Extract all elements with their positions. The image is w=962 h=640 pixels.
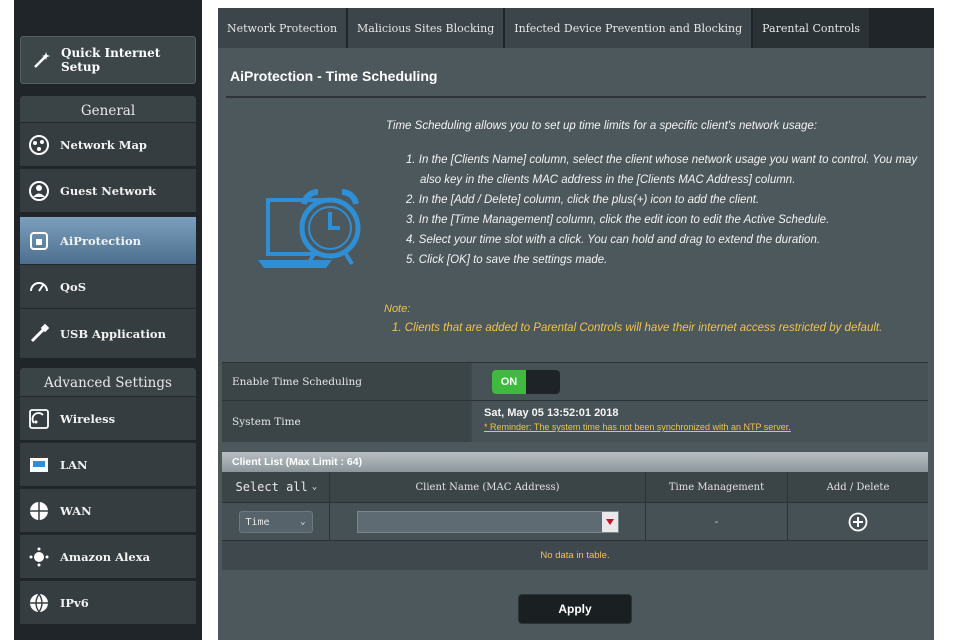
client-list-columns: Select all ⌄ Client Name (MAC Address) T…: [222, 472, 928, 502]
wan-icon: [28, 500, 50, 522]
tab-malicious-sites-blocking[interactable]: Malicious Sites Blocking: [348, 8, 506, 48]
chevron-down-icon: ⌄: [311, 482, 318, 492]
sidebar-item-label: Wireless: [60, 411, 116, 426]
page-title: AiProtection - Time Scheduling: [230, 68, 438, 84]
column-client-name: Client Name (MAC Address): [330, 472, 646, 502]
usb-icon: [28, 323, 50, 345]
quick-internet-setup-button[interactable]: Quick Internet Setup: [20, 36, 196, 84]
client-input-row: Time ⌄ -: [222, 502, 928, 541]
sidebar-item-label: LAN: [60, 457, 88, 472]
step-item: 3. In the [Time Management] column, clic…: [406, 214, 830, 226]
chevron-down-icon: ⌄: [300, 517, 306, 527]
column-time-management: Time Management: [646, 472, 788, 502]
main-panel: AiProtection - Time Scheduling Time Sche…: [218, 48, 934, 640]
sidebar-item-aiprotection[interactable]: AiProtection: [20, 216, 196, 264]
system-time-value: Sat, May 05 13:52:01 2018: [484, 407, 619, 419]
time-dropdown-value: Time: [245, 516, 270, 528]
sidebar-item-wireless[interactable]: Wireless: [20, 396, 196, 440]
system-time-row: System Time Sat, May 05 13:52:01 2018 * …: [222, 400, 928, 442]
sidebar-item-qos[interactable]: QoS: [20, 264, 196, 308]
enable-time-scheduling-row: Enable Time Scheduling ON: [222, 362, 928, 400]
advanced-section-title: Advanced Settings: [20, 368, 196, 398]
lan-icon: [28, 454, 50, 476]
sidebar-item-label: WAN: [60, 503, 92, 518]
aiprotection-icon: [28, 230, 50, 252]
client-list-dropdown-button[interactable]: [601, 512, 618, 532]
enable-time-scheduling-label: Enable Time Scheduling: [222, 363, 470, 400]
note-text: 1. Clients that are added to Parental Co…: [392, 322, 883, 334]
system-time-label: System Time: [222, 401, 470, 442]
alexa-icon: [28, 546, 50, 568]
general-title: General: [80, 103, 136, 119]
network-map-icon: [28, 134, 50, 156]
sidebar-item-ipv6[interactable]: IPv6: [20, 580, 196, 624]
time-dropdown[interactable]: Time ⌄: [238, 511, 313, 533]
tab-bar-filler: [870, 8, 934, 48]
step-item: 5. Click [OK] to save the settings made.: [406, 254, 608, 266]
sidebar-item-lan[interactable]: LAN: [20, 442, 196, 486]
sidebar-item-wan[interactable]: WAN: [20, 488, 196, 532]
caret-down-icon: [605, 519, 614, 525]
sidebar-item-label: Amazon Alexa: [60, 549, 151, 564]
sidebar-item-label: AiProtection: [60, 233, 142, 248]
step-item: 1. In the [Clients Name] column, select …: [406, 154, 918, 186]
sidebar: Quick Internet Setup General Network Map…: [14, 0, 202, 640]
tab-infected-device-prevention[interactable]: Infected Device Prevention and Blocking: [505, 8, 754, 48]
sidebar-item-amazon-alexa[interactable]: Amazon Alexa: [20, 534, 196, 578]
step-item: 2. In the [Add / Delete] column, click t…: [406, 194, 760, 206]
add-circle-icon[interactable]: [848, 512, 868, 532]
column-add-delete: Add / Delete: [826, 481, 890, 493]
client-list-header: Client List (Max Limit : 64): [222, 452, 928, 472]
sidebar-item-label: IPv6: [60, 595, 89, 610]
sidebar-item-usb-application[interactable]: USB Application: [20, 308, 196, 358]
enable-time-scheduling-value: ON: [472, 363, 928, 400]
sidebar-item-network-map[interactable]: Network Map: [20, 122, 196, 166]
sidebar-item-guest-network[interactable]: Guest Network: [20, 168, 196, 212]
advanced-title: Advanced Settings: [44, 375, 172, 391]
tab-bar: Network Protection Malicious Sites Block…: [218, 8, 872, 48]
toggle-on-label: ON: [492, 370, 526, 394]
step-item: 4. Select your time slot with a click. Y…: [406, 234, 821, 246]
instruction-steps: 1. In the [Clients Name] column, select …: [406, 150, 926, 270]
sidebar-item-label: QoS: [60, 279, 86, 294]
ipv6-icon: [28, 592, 50, 614]
alarm-clock-laptop-icon: [258, 188, 370, 283]
wireless-icon: [28, 408, 50, 430]
quick-internet-setup-label: Quick Internet Setup: [61, 46, 161, 74]
guest-network-icon: [28, 180, 50, 202]
ntp-reminder-link[interactable]: * Reminder: The system time has not been…: [484, 422, 791, 432]
select-all-label: Select all: [235, 480, 308, 494]
empty-table-message: No data in table.: [222, 540, 928, 570]
qos-icon: [28, 276, 50, 298]
tab-parental-controls[interactable]: Parental Controls: [753, 8, 872, 48]
apply-button[interactable]: Apply: [518, 594, 632, 624]
wand-icon: [31, 49, 53, 71]
intro-text: Time Scheduling allows you to set up tim…: [386, 120, 817, 132]
sidebar-item-label: USB Application: [60, 326, 166, 341]
system-time-value-cell: Sat, May 05 13:52:01 2018 * Reminder: Th…: [472, 401, 928, 442]
note-title: Note:: [384, 303, 411, 315]
title-divider: [226, 96, 926, 98]
select-all-cell: Select all ⌄: [222, 472, 330, 502]
add-cell: [788, 503, 928, 541]
client-name-input[interactable]: [356, 511, 619, 533]
time-cell: Time ⌄: [222, 503, 330, 541]
sidebar-item-label: Network Map: [60, 137, 147, 152]
tab-network-protection[interactable]: Network Protection: [218, 8, 349, 48]
client-name-cell: [330, 503, 646, 541]
time-management-value: -: [646, 503, 788, 541]
select-all-dropdown[interactable]: Select all ⌄: [229, 476, 322, 498]
time-scheduling-toggle[interactable]: ON: [492, 370, 560, 394]
sidebar-item-label: Guest Network: [60, 183, 157, 198]
